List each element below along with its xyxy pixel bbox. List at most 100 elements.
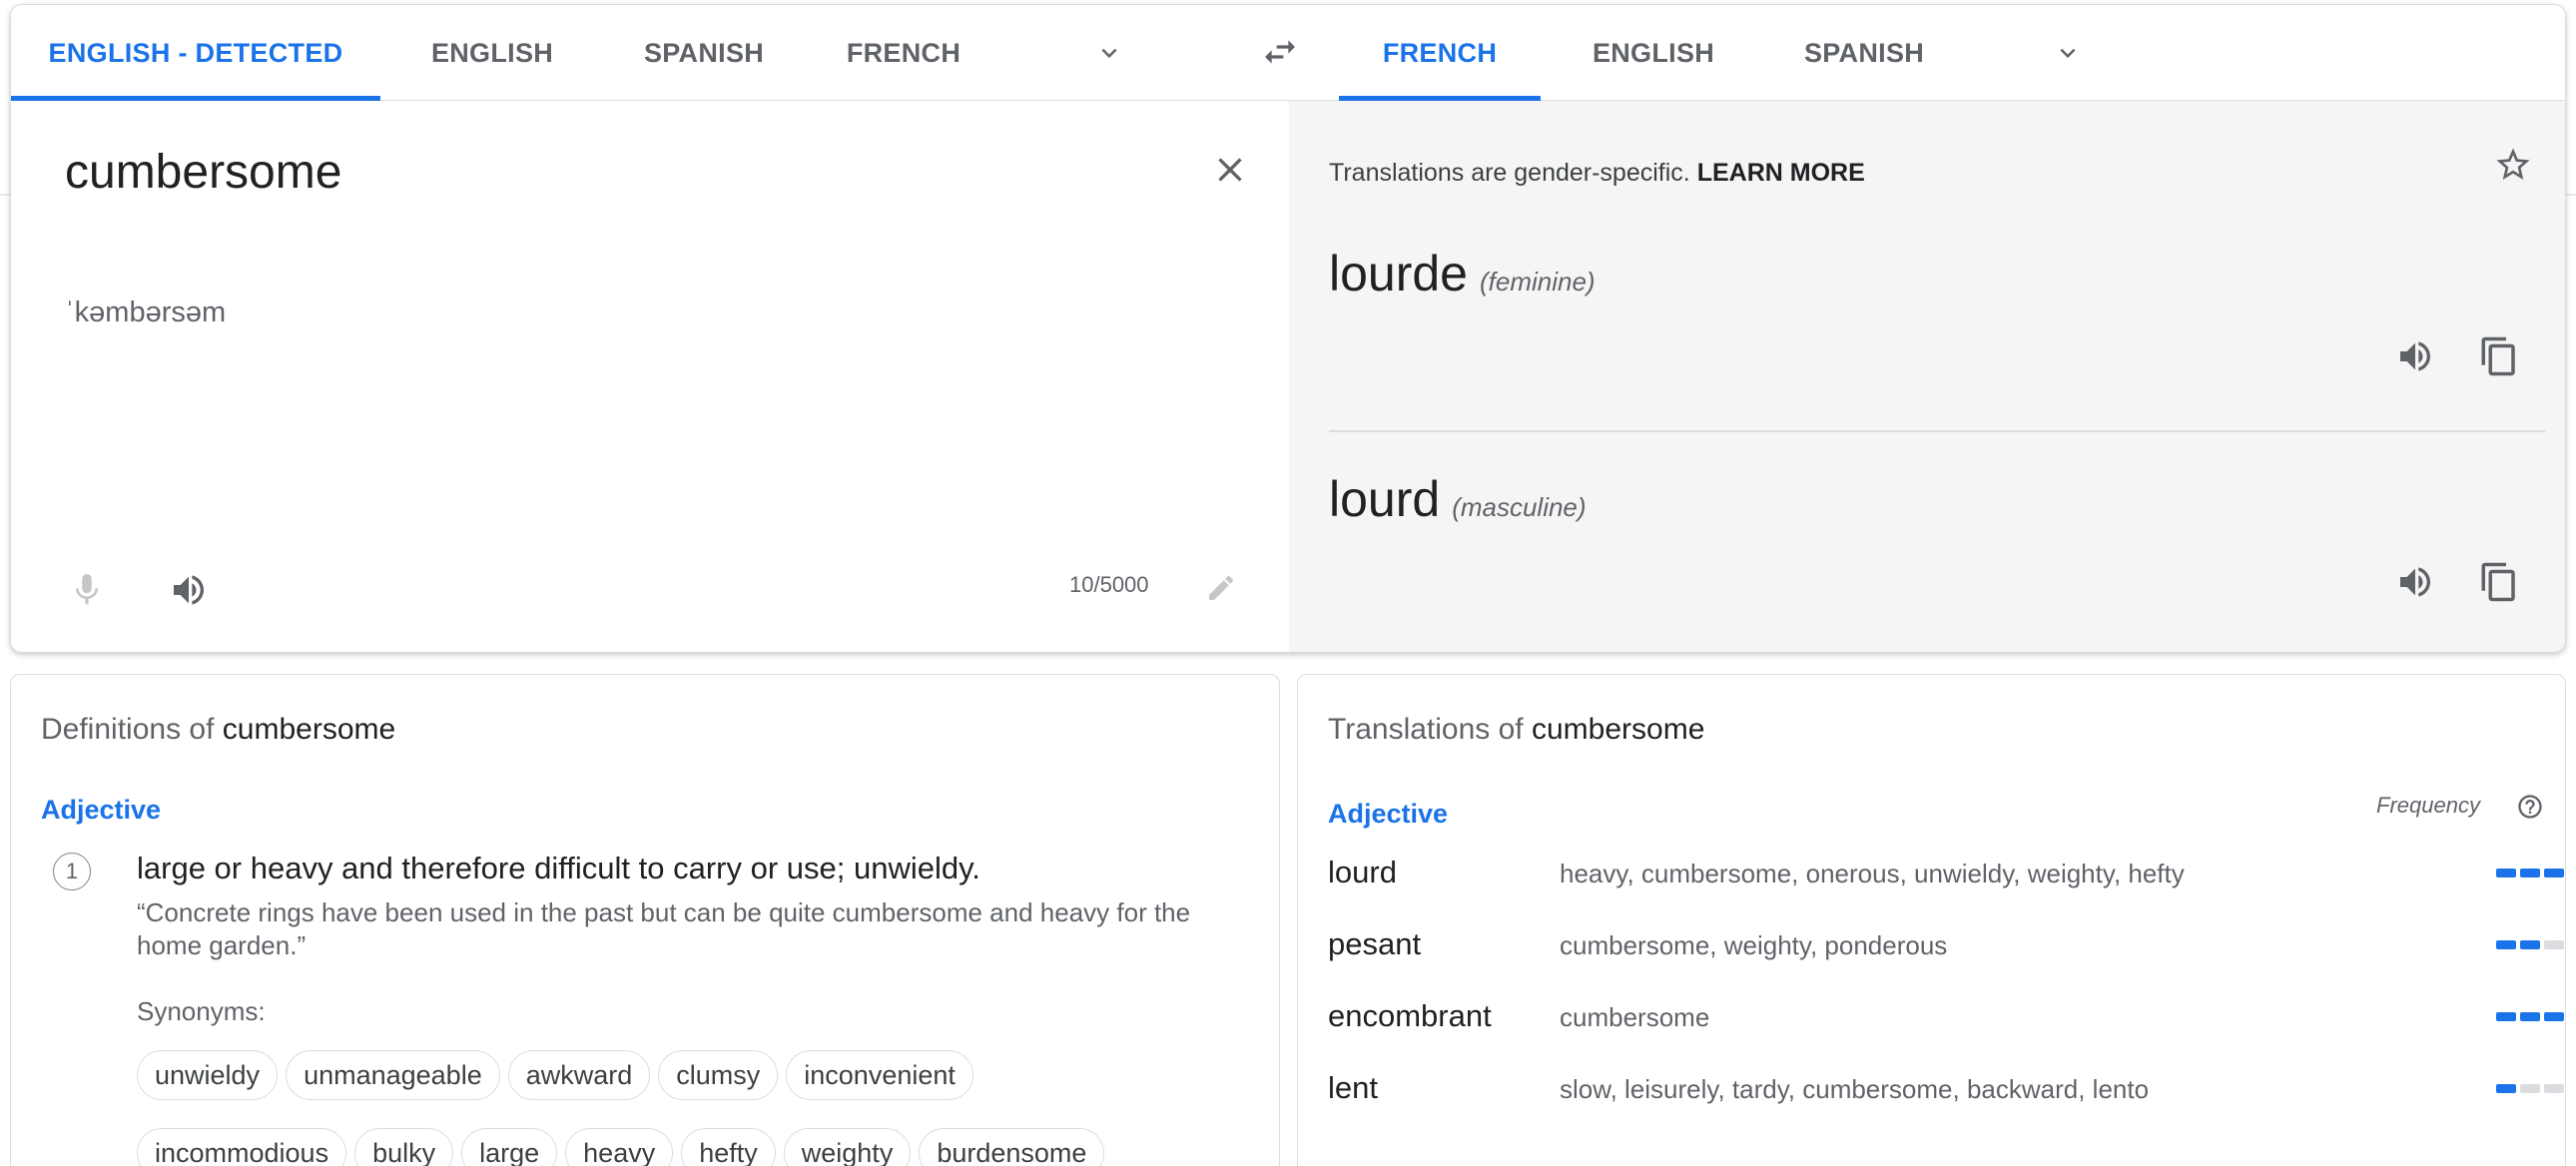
clear-source-button[interactable] <box>1205 145 1255 195</box>
synonym-chip[interactable]: heavy <box>565 1128 674 1166</box>
translations-title-prefix: Translations of <box>1328 713 1524 746</box>
definitions-pos: Adjective <box>41 795 162 825</box>
save-translation-button[interactable] <box>2489 141 2537 189</box>
synonym-chip[interactable]: hefty <box>681 1128 776 1166</box>
frequency-bar-segment <box>2496 869 2516 877</box>
synonym-chip[interactable]: bulky <box>354 1128 454 1166</box>
source-text-input[interactable]: cumbersome <box>65 145 341 200</box>
frequency-bars <box>2496 940 2564 949</box>
translations-panel: Translations of cumbersome Adjective Fre… <box>1297 674 2566 1166</box>
synonym-chip[interactable]: unmanageable <box>286 1050 500 1100</box>
translation-row-word[interactable]: lent <box>1328 1070 1378 1106</box>
definition-number: 1 <box>53 853 91 890</box>
gender-label: (masculine) <box>1452 492 1587 522</box>
voice-input-button[interactable] <box>61 564 113 616</box>
listen-source-button[interactable] <box>163 564 215 616</box>
phonetic-spelling: ˈkəmbərsəm <box>65 296 227 328</box>
edit-button[interactable] <box>1199 566 1243 610</box>
tab-target-english[interactable]: ENGLISH <box>1549 5 1758 101</box>
tab-source-english[interactable]: ENGLISH <box>382 5 602 101</box>
tab-source-spanish[interactable]: SPANISH <box>604 5 804 101</box>
frequency-bars <box>2496 869 2564 877</box>
translation-word: lourd <box>1329 471 1441 527</box>
synonym-chip[interactable]: incommodious <box>137 1128 347 1166</box>
speaker-icon <box>174 575 204 605</box>
chevron-down-icon <box>2060 48 2076 58</box>
translation-result-feminine: lourde (feminine) <box>1329 245 1596 302</box>
source-panel: cumbersome ˈkəmbərsəm 10/5000 <box>11 101 1289 652</box>
synonym-chip[interactable]: clumsy <box>658 1050 779 1100</box>
copy-icon <box>2481 336 2515 376</box>
target-more-languages-button[interactable] <box>2038 29 2098 77</box>
translator-card: ENGLISH - DETECTED ENGLISH SPANISH FRENC… <box>10 4 2566 653</box>
translation-row-alternatives: cumbersome <box>1560 1002 1710 1032</box>
translation-row: lent slow, leisurely, tardy, cumbersome,… <box>1328 1070 2564 1130</box>
frequency-bar-segment <box>2544 869 2564 877</box>
frequency-bar-segment <box>2520 1084 2540 1093</box>
translation-row: encombrant cumbersome <box>1328 998 2564 1058</box>
frequency-bar-segment <box>2496 1012 2516 1021</box>
definitions-panel: Definitions of cumbersome Adjective 1 la… <box>10 674 1280 1166</box>
translation-row-word[interactable]: encombrant <box>1328 998 1492 1034</box>
translation-row-alternatives: cumbersome, weighty, ponderous <box>1560 930 1948 960</box>
translations-term: cumbersome <box>1532 713 1705 746</box>
speaker-icon <box>2400 567 2430 597</box>
frequency-bar-segment <box>2520 940 2540 949</box>
frequency-bar-segment <box>2496 940 2516 949</box>
star-icon <box>2496 148 2530 180</box>
listen-masculine-button[interactable] <box>2389 556 2441 608</box>
synonym-list: unwieldy unmanageable awkward clumsy inc… <box>137 1050 1275 1166</box>
tab-source-english-detected[interactable]: ENGLISH - DETECTED <box>11 5 380 101</box>
close-icon <box>1218 158 1242 182</box>
learn-more-link[interactable]: LEARN MORE <box>1697 159 1865 187</box>
target-panel: Translations are gender-specific. LEARN … <box>1289 101 2565 652</box>
translation-row-alternatives: heavy, cumbersome, onerous, unwieldy, we… <box>1560 859 2185 888</box>
swap-languages-icon <box>1265 40 1295 64</box>
gender-notice: Translations are gender-specific. LEARN … <box>1329 159 1865 188</box>
translations-pos: Adjective <box>1328 799 1449 829</box>
result-divider <box>1329 430 2545 432</box>
frequency-bar-segment <box>2496 1084 2516 1093</box>
synonym-chip[interactable]: awkward <box>507 1050 651 1100</box>
frequency-bars <box>2496 1012 2564 1021</box>
frequency-bar-segment <box>2544 1084 2564 1093</box>
copy-feminine-button[interactable] <box>2473 330 2525 382</box>
pencil-icon <box>1209 575 1234 600</box>
listen-feminine-button[interactable] <box>2389 330 2441 382</box>
chevron-down-icon <box>1101 48 1117 58</box>
translation-row: lourd heavy, cumbersome, onerous, unwiel… <box>1328 855 2564 914</box>
gender-label: (feminine) <box>1480 267 1596 296</box>
frequency-bars <box>2496 1084 2564 1093</box>
synonym-chip[interactable]: burdensome <box>919 1128 1105 1166</box>
definition-example: “Concrete rings have been used in the pa… <box>137 897 1191 960</box>
frequency-help-button[interactable] <box>2514 791 2546 823</box>
translation-row-word[interactable]: lourd <box>1328 855 1397 890</box>
definition-text: large or heavy and therefore difficult t… <box>137 851 980 885</box>
swap-languages-button[interactable] <box>1255 27 1305 77</box>
synonym-chip[interactable]: inconvenient <box>786 1050 973 1100</box>
help-circle-icon <box>2518 795 2542 819</box>
synonym-chip[interactable]: weighty <box>783 1128 912 1166</box>
translation-row-word[interactable]: pesant <box>1328 926 1421 962</box>
copy-icon <box>2481 562 2515 602</box>
translation-row: pesant cumbersome, weighty, ponderous <box>1328 926 2564 986</box>
language-bar: ENGLISH - DETECTED ENGLISH SPANISH FRENC… <box>11 5 2565 101</box>
synonym-chip[interactable]: large <box>461 1128 558 1166</box>
frequency-label: Frequency <box>2376 793 2480 818</box>
tab-target-french[interactable]: FRENCH <box>1339 5 1541 101</box>
translation-word: lourde <box>1329 246 1468 301</box>
synonym-chip[interactable]: unwieldy <box>137 1050 279 1100</box>
speaker-icon <box>2400 341 2430 371</box>
definitions-title-prefix: Definitions of <box>41 713 215 746</box>
translations-title: Translations of cumbersome <box>1328 713 1704 747</box>
frequency-bar-segment <box>2520 869 2540 877</box>
frequency-bar-segment <box>2520 1012 2540 1021</box>
definitions-term: cumbersome <box>222 713 396 746</box>
tab-source-french[interactable]: FRENCH <box>804 5 1003 101</box>
synonyms-label: Synonyms: <box>137 996 266 1026</box>
tab-target-spanish[interactable]: SPANISH <box>1760 5 1968 101</box>
translation-result-masculine: lourd (masculine) <box>1329 470 1587 528</box>
frequency-bar-segment <box>2544 940 2564 949</box>
copy-masculine-button[interactable] <box>2473 556 2525 608</box>
source-more-languages-button[interactable] <box>1079 29 1139 77</box>
